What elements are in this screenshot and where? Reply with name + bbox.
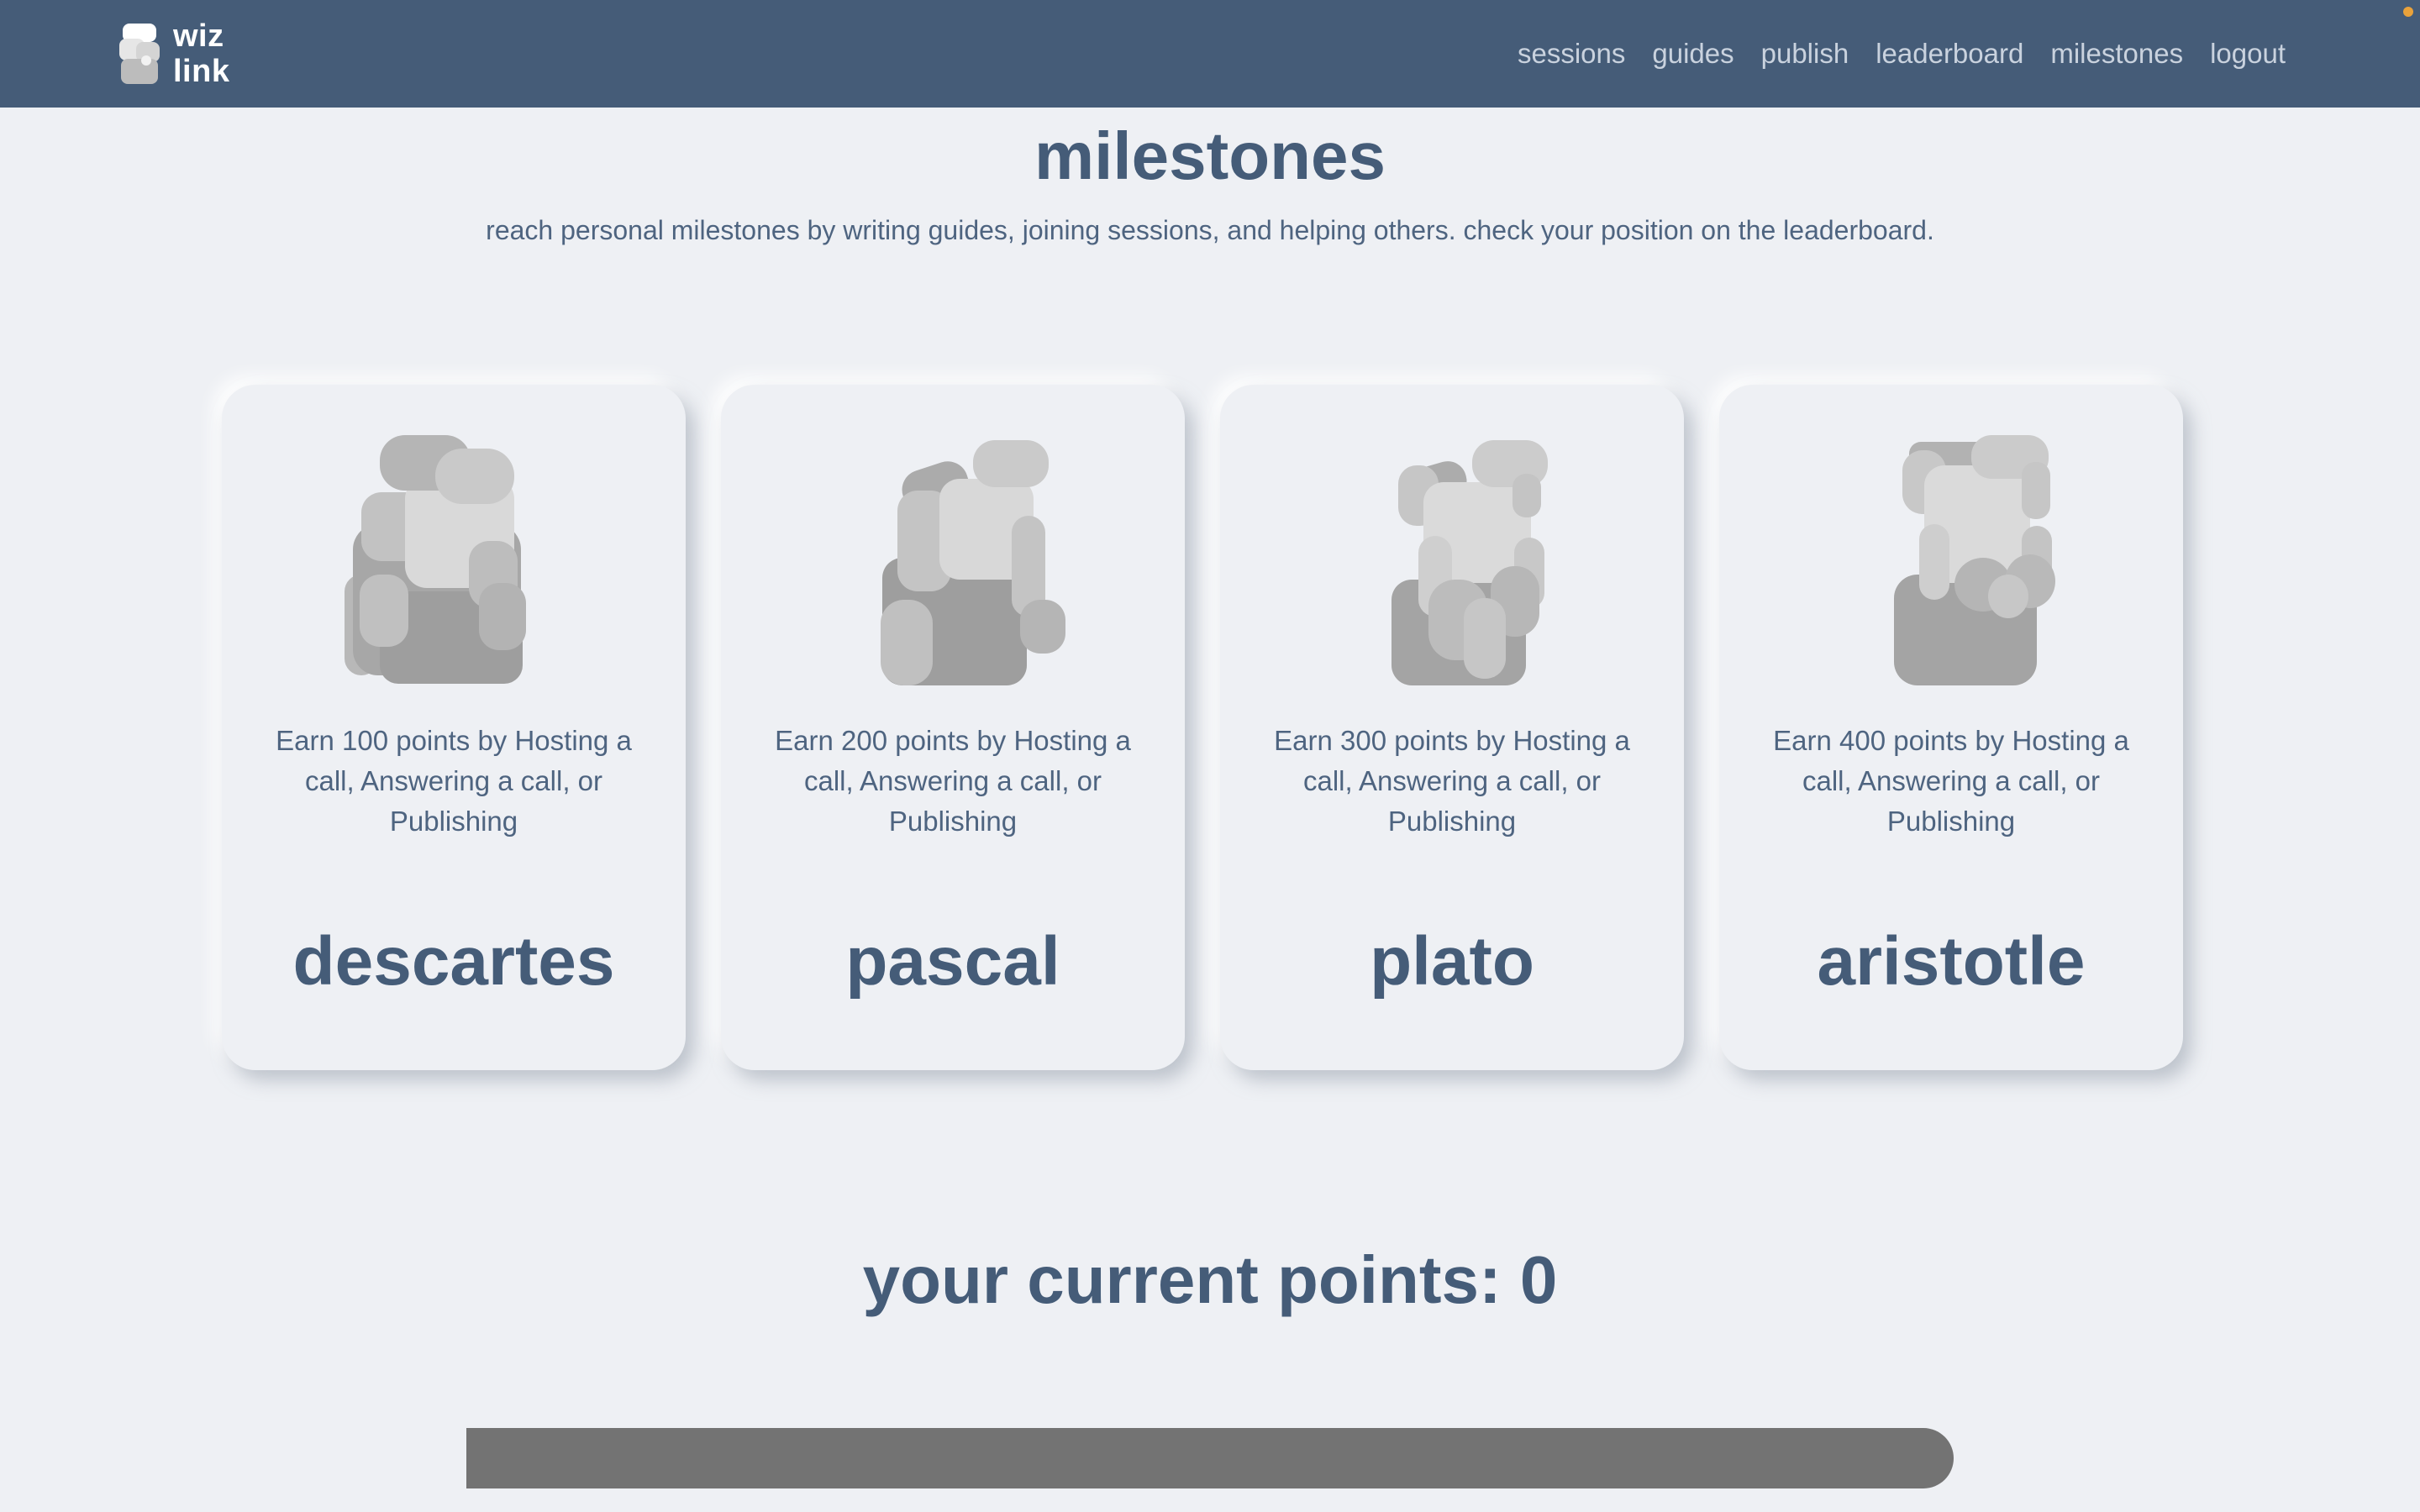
nav-leaderboard[interactable]: leaderboard [1876, 38, 2023, 70]
pascal-bust-icon [881, 440, 1065, 685]
milestone-description: Earn 400 points by Hosting a call, Answe… [1773, 725, 2129, 837]
logo-wordmark: wiz link [173, 18, 229, 89]
milestone-card-pascal[interactable]: Earn 200 points by Hosting a call, Answe… [721, 385, 1185, 1070]
nav-logout[interactable]: logout [2210, 38, 2286, 70]
milestone-card-aristotle[interactable]: Earn 400 points by Hosting a call, Answe… [1719, 385, 2183, 1070]
points-progress-bar [466, 1428, 1954, 1488]
nav-milestones[interactable]: milestones [2050, 38, 2183, 70]
milestone-description: Earn 200 points by Hosting a call, Answe… [775, 725, 1131, 837]
page-subtitle: reach personal milestones by writing gui… [486, 215, 1934, 245]
milestone-description: Earn 100 points by Hosting a call, Answe… [276, 725, 632, 837]
milestone-name: descartes [292, 923, 615, 1000]
wizlink-logo[interactable]: wiz link [118, 18, 252, 89]
aristotle-bust-icon [1894, 435, 2055, 685]
page-title: milestones [1034, 118, 1386, 193]
nav-sessions[interactable]: sessions [1518, 38, 1625, 70]
notification-dot [2403, 7, 2413, 17]
logo-line-2: link [173, 54, 230, 89]
milestone-name: plato [1370, 923, 1534, 1000]
nav-publish[interactable]: publish [1761, 38, 1849, 70]
milestone-name: pascal [845, 923, 1060, 1000]
main-nav: sessions guides publish leaderboard mile… [1518, 0, 2286, 108]
logo-line-1: wiz [173, 18, 224, 54]
descartes-bust-icon [345, 435, 526, 684]
milestone-name: aristotle [1817, 923, 2086, 1000]
logo-bust-icon [119, 24, 160, 84]
milestone-description: Earn 300 points by Hosting a call, Answe… [1274, 725, 1630, 837]
milestone-card-descartes[interactable]: Earn 100 points by Hosting a call, Answe… [222, 385, 686, 1070]
nav-guides[interactable]: guides [1652, 38, 1733, 70]
milestone-cards: Earn 100 points by Hosting a call, Answe… [222, 385, 2188, 1070]
plato-bust-icon [1392, 440, 1548, 685]
top-navigation-bar: wiz link sessions guides publish leaderb… [0, 0, 2420, 108]
current-points: your current points: 0 [862, 1242, 1558, 1317]
milestone-card-plato[interactable]: Earn 300 points by Hosting a call, Answe… [1220, 385, 1684, 1070]
